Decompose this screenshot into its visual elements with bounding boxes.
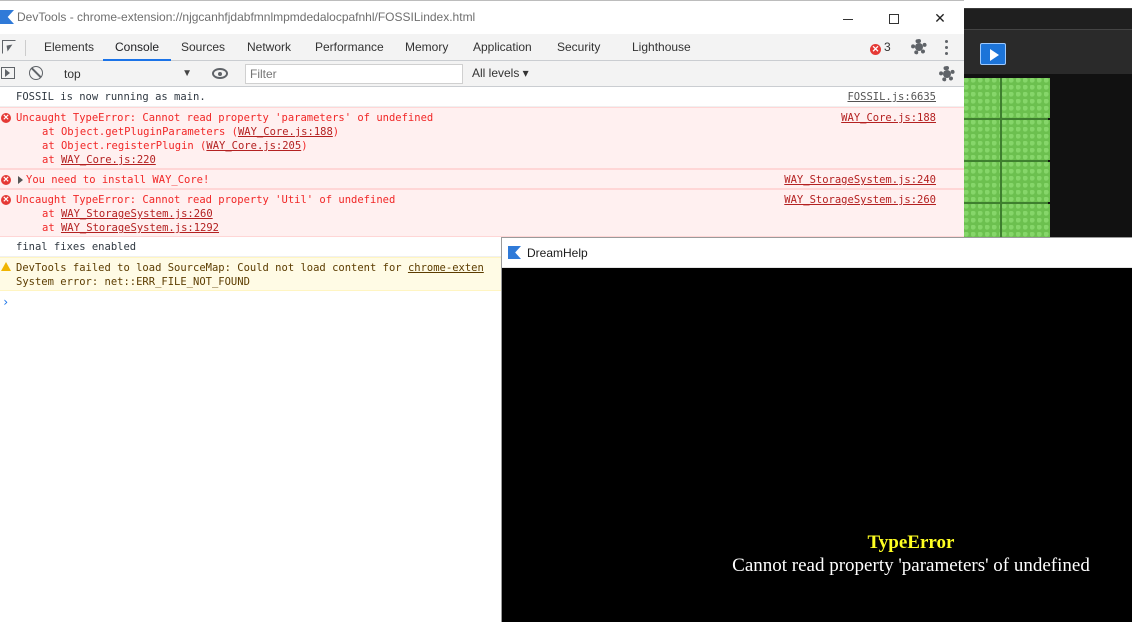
tab-console[interactable]: Console [102,34,172,61]
grass-tile [1002,162,1050,202]
stack-line: at WAY_StorageSystem.js:1292 [42,221,219,235]
error-icon: ✕ [1,113,11,123]
inspect-icon[interactable] [2,40,16,54]
minimize-button[interactable] [825,1,871,35]
dreamhelp-window: DreamHelp TypeError Cannot read property… [501,237,1132,622]
message-text: DevTools failed to load SourceMap: Could… [16,261,484,275]
context-select[interactable]: top ▼ [56,64,198,84]
stack-text: ) [301,140,308,152]
tab-application[interactable]: Application [473,34,532,60]
grass-tiles [964,78,1050,244]
message-text: FOSSIL is now running as main. [16,91,206,103]
stack-link[interactable]: WAY_Core.js:220 [61,154,156,166]
app-icon [508,246,521,259]
dreamhelp-titlebar: DreamHelp [502,238,1132,268]
source-link[interactable]: WAY_StorageSystem.js:260 [784,193,936,207]
stack-text: at [42,154,61,166]
warning-text: DevTools failed to load SourceMap: Could… [16,262,408,274]
stack-link[interactable]: WAY_Core.js:188 [238,126,333,138]
error-icon: ✕ [1,175,11,185]
error-count: 3 [884,40,891,54]
stack-text: at Object.registerPlugin ( [42,140,207,152]
close-button[interactable]: ✕ [917,1,963,35]
console-message: FOSSIL is now running as main. FOSSIL.js… [0,87,964,107]
grass-tile [964,162,1000,202]
stack-line: at WAY_StorageSystem.js:260 [42,207,213,221]
stack-link[interactable]: WAY_Core.js:205 [206,140,301,152]
close-icon: ✕ [934,10,946,26]
source-link[interactable]: WAY_StorageSystem.js:240 [784,173,936,187]
stack-text: at [42,222,61,234]
tab-elements[interactable]: Elements [44,34,94,60]
expand-triangle-icon[interactable] [18,176,23,184]
tab-performance[interactable]: Performance [315,34,384,60]
stack-text: at Object.getPluginParameters ( [42,126,238,138]
filter-input[interactable] [245,64,463,84]
error-type-text: TypeError [867,532,955,553]
devtools-titlebar: DevTools - chrome-extension://njgcanhfjd… [0,0,964,34]
context-value: top [64,67,81,81]
stack-line: at Object.registerPlugin (WAY_Core.js:20… [42,139,308,153]
log-levels-dropdown[interactable]: All levels ▾ [472,66,529,80]
sidebar-toggle-icon[interactable] [1,67,15,79]
console-prompt[interactable]: › [2,295,9,309]
game-window-top-strip [964,0,1132,8]
play-icon[interactable] [980,43,1006,65]
tab-sources[interactable]: Sources [181,34,225,60]
error-message-text: Cannot read property 'parameters' of und… [732,555,1090,576]
error-icon: ✕ [1,195,11,205]
app-icon [0,10,14,24]
tab-security[interactable]: Security [557,34,600,60]
minimize-icon [843,18,853,20]
message-text: Uncaught TypeError: Cannot read property… [16,194,396,206]
window-title: DevTools - chrome-extension://njgcanhfjd… [17,10,476,24]
tab-lighthouse[interactable]: Lighthouse [632,34,691,60]
message-text: final fixes enabled [16,241,137,253]
console-error-message: ✕ Uncaught TypeError: Cannot read proper… [0,189,964,237]
stack-line: at Object.getPluginParameters (WAY_Core.… [42,125,339,139]
more-vert-icon[interactable] [945,40,949,55]
console-error-message: ✕ Uncaught TypeError: Cannot read proper… [0,107,964,169]
stack-line: at WAY_Core.js:220 [42,153,156,167]
tab-memory[interactable]: Memory [405,34,448,60]
stack-link[interactable]: WAY_StorageSystem.js:260 [61,208,213,220]
stack-link[interactable]: WAY_StorageSystem.js:1292 [61,222,219,234]
grass-tile [1002,120,1050,160]
error-count-badge[interactable]: ✕ 3 [870,40,891,55]
maximize-icon [889,14,899,25]
chevron-down-icon: ▼ [182,68,192,79]
console-settings-gear-icon[interactable] [939,66,955,82]
eye-icon[interactable] [212,68,228,79]
message-text: You need to install WAY_Core! [26,174,210,186]
maximize-button[interactable] [871,1,917,35]
warning-icon [1,262,11,271]
warning-link[interactable]: chrome-exten [408,262,484,274]
console-error-message[interactable]: ✕ You need to install WAY_Core! WAY_Stor… [0,169,964,189]
console-toolbar: top ▼ All levels ▾ [0,61,964,87]
tab-network[interactable]: Network [247,34,291,60]
dreamhelp-content: TypeError Cannot read property 'paramete… [502,268,1132,622]
grass-tile [964,78,1000,118]
devtools-tabbar: Elements Console Sources Network Perform… [0,34,964,61]
stack-text: ) [332,126,340,138]
grass-tile [964,120,1000,160]
source-link[interactable]: WAY_Core.js:188 [841,111,936,125]
game-toolbar [964,8,1132,75]
error-icon: ✕ [870,44,881,55]
grass-tile [1002,78,1050,118]
warning-detail-text: System error: net::ERR_FILE_NOT_FOUND [16,276,250,288]
source-link[interactable]: FOSSIL.js:6635 [847,90,936,104]
gear-icon[interactable] [911,39,927,55]
divider [25,40,26,56]
clear-console-icon[interactable] [29,66,43,80]
message-text: Uncaught TypeError: Cannot read property… [16,112,434,124]
dreamhelp-title: DreamHelp [527,246,588,260]
stack-text: at [42,208,61,220]
